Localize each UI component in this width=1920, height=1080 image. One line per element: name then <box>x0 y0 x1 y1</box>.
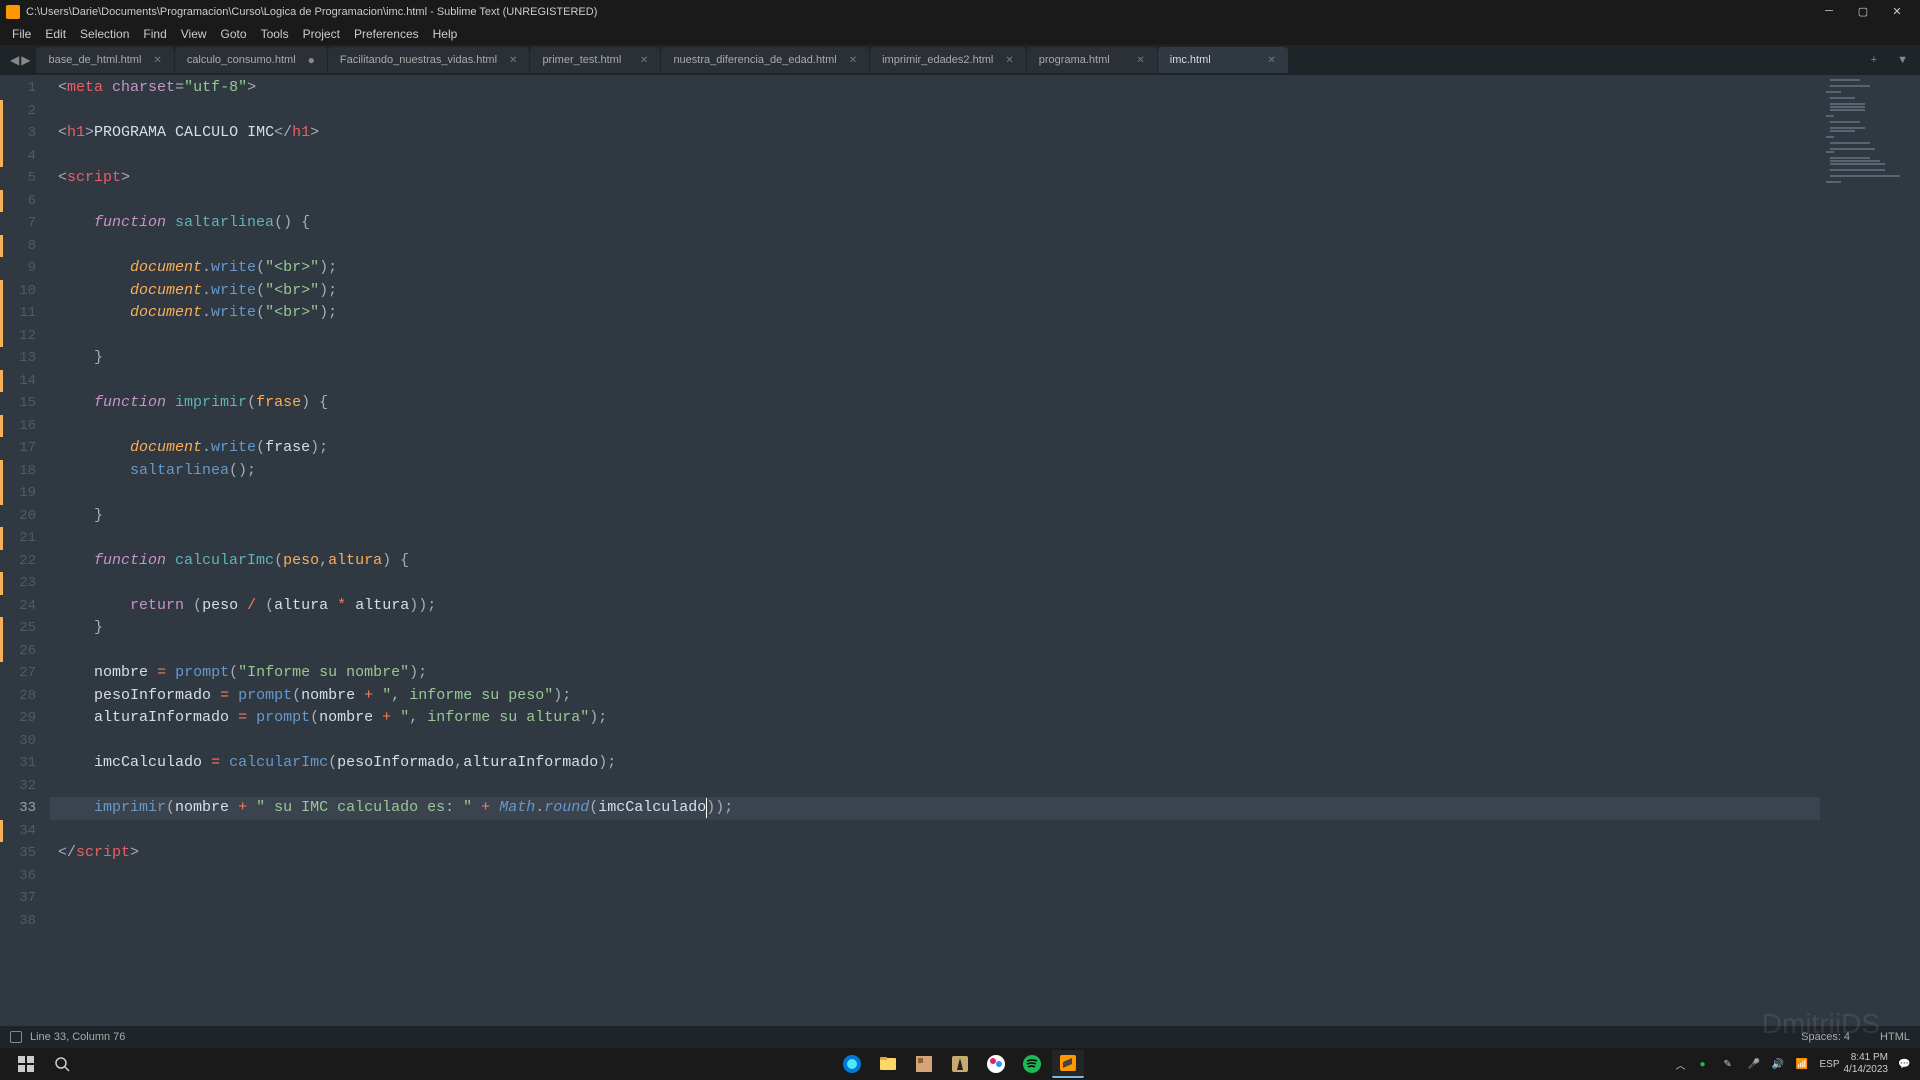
line-gutter: 1234567891011121314151617181920212223242… <box>0 75 50 1026</box>
new-tab-button[interactable]: + <box>1859 54 1889 66</box>
tray-pen-icon[interactable]: ✎ <box>1724 1059 1738 1070</box>
menu-edit[interactable]: Edit <box>39 25 72 43</box>
taskbar: ︿ ● ✎ 🎤 🔊 📶 ESP 8:41 PM 4/14/2023 💬 <box>0 1048 1920 1080</box>
menu-selection[interactable]: Selection <box>74 25 135 43</box>
status-syntax[interactable]: HTML <box>1880 1031 1910 1043</box>
tray-wifi-icon[interactable]: 📶 <box>1796 1059 1810 1070</box>
taskbar-app-league[interactable] <box>944 1050 976 1078</box>
taskbar-app-explorer[interactable] <box>872 1050 904 1078</box>
taskbar-app-ball[interactable] <box>980 1050 1012 1078</box>
maximize-button[interactable]: ▢ <box>1856 5 1870 18</box>
taskbar-app-edge[interactable] <box>836 1050 868 1078</box>
tab[interactable]: programa.html ✕ <box>1027 47 1157 73</box>
menu-find[interactable]: Find <box>137 25 172 43</box>
taskbar-app-image[interactable] <box>908 1050 940 1078</box>
tab-close-icon[interactable]: ✕ <box>1136 55 1144 66</box>
menu-help[interactable]: Help <box>427 25 464 43</box>
tab[interactable]: calculo_consumo.html ● <box>175 47 327 73</box>
menu-bar: File Edit Selection Find View Goto Tools… <box>0 23 1920 45</box>
menu-view[interactable]: View <box>175 25 213 43</box>
tab-label: imprimir_edades2.html <box>882 54 993 66</box>
status-bar: Line 33, Column 76 Spaces: 4 HTML <box>0 1026 1920 1048</box>
tray-language[interactable]: ESP <box>1820 1059 1834 1070</box>
tab[interactable]: primer_test.html ✕ <box>530 47 660 73</box>
nav-back-icon[interactable]: ◀ <box>10 53 19 67</box>
status-panel-icon[interactable] <box>10 1031 22 1043</box>
minimap[interactable] <box>1820 75 1920 1026</box>
tab-dirty-icon[interactable]: ● <box>308 53 315 67</box>
tab-close-icon[interactable]: ✕ <box>153 55 161 66</box>
tray-onedrive-icon[interactable]: ● <box>1700 1059 1714 1070</box>
tray-chevron-icon[interactable]: ︿ <box>1676 1057 1690 1072</box>
tab-label: programa.html <box>1039 54 1110 66</box>
editor-area[interactable]: 1234567891011121314151617181920212223242… <box>0 75 1920 1026</box>
search-button[interactable] <box>44 1050 80 1078</box>
tab-label: Facilitando_nuestras_vidas.html <box>340 54 497 66</box>
minimize-button[interactable]: ─ <box>1822 5 1836 18</box>
tab-label: imc.html <box>1170 54 1211 66</box>
menu-goto[interactable]: Goto <box>215 25 253 43</box>
taskbar-app-sublime[interactable] <box>1052 1050 1084 1078</box>
tab[interactable]: Facilitando_nuestras_vidas.html ✕ <box>328 47 530 73</box>
close-button[interactable]: ✕ <box>1890 5 1904 18</box>
tab[interactable]: base_de_html.html ✕ <box>36 47 173 73</box>
menu-tools[interactable]: Tools <box>255 25 295 43</box>
status-position[interactable]: Line 33, Column 76 <box>30 1031 125 1043</box>
tab-close-icon[interactable]: ✕ <box>1267 55 1275 66</box>
code-content[interactable]: <meta charset="utf-8"><h1>PROGRAMA CALCU… <box>50 75 1920 1026</box>
tab-label: nuestra_diferencia_de_edad.html <box>673 54 836 66</box>
tab-label: base_de_html.html <box>48 54 141 66</box>
start-button[interactable] <box>8 1050 44 1078</box>
app-icon <box>6 5 20 19</box>
menu-preferences[interactable]: Preferences <box>348 25 425 43</box>
tab-close-icon[interactable]: ✕ <box>1005 55 1013 66</box>
menu-project[interactable]: Project <box>297 25 346 43</box>
tab-close-icon[interactable]: ✕ <box>509 55 517 66</box>
taskbar-app-spotify[interactable] <box>1016 1050 1048 1078</box>
window-title: C:\Users\Darie\Documents\Programacion\Cu… <box>26 6 597 18</box>
tray-notifications-icon[interactable]: 💬 <box>1898 1059 1912 1070</box>
tab[interactable]: nuestra_diferencia_de_edad.html ✕ <box>661 47 869 73</box>
tray-clock[interactable]: 8:41 PM 4/14/2023 <box>1844 1052 1889 1076</box>
menu-file[interactable]: File <box>6 25 37 43</box>
tab-label: primer_test.html <box>542 54 621 66</box>
tab[interactable]: imc.html ✕ <box>1158 47 1288 73</box>
status-spaces[interactable]: Spaces: 4 <box>1801 1031 1850 1043</box>
nav-forward-icon[interactable]: ▶ <box>21 53 30 67</box>
title-bar: C:\Users\Darie\Documents\Programacion\Cu… <box>0 0 1920 23</box>
tab-bar: ◀ ▶ base_de_html.html ✕ calculo_consumo.ht… <box>0 45 1920 75</box>
tabs-dropdown-icon[interactable]: ▼ <box>1889 54 1916 66</box>
tray-volume-icon[interactable]: 🔊 <box>1772 1059 1786 1070</box>
tab-label: calculo_consumo.html <box>187 54 296 66</box>
tab-close-icon[interactable]: ✕ <box>849 55 857 66</box>
tab-close-icon[interactable]: ✕ <box>640 55 648 66</box>
tab[interactable]: imprimir_edades2.html ✕ <box>870 47 1026 73</box>
tray-mic-icon[interactable]: 🎤 <box>1748 1059 1762 1070</box>
